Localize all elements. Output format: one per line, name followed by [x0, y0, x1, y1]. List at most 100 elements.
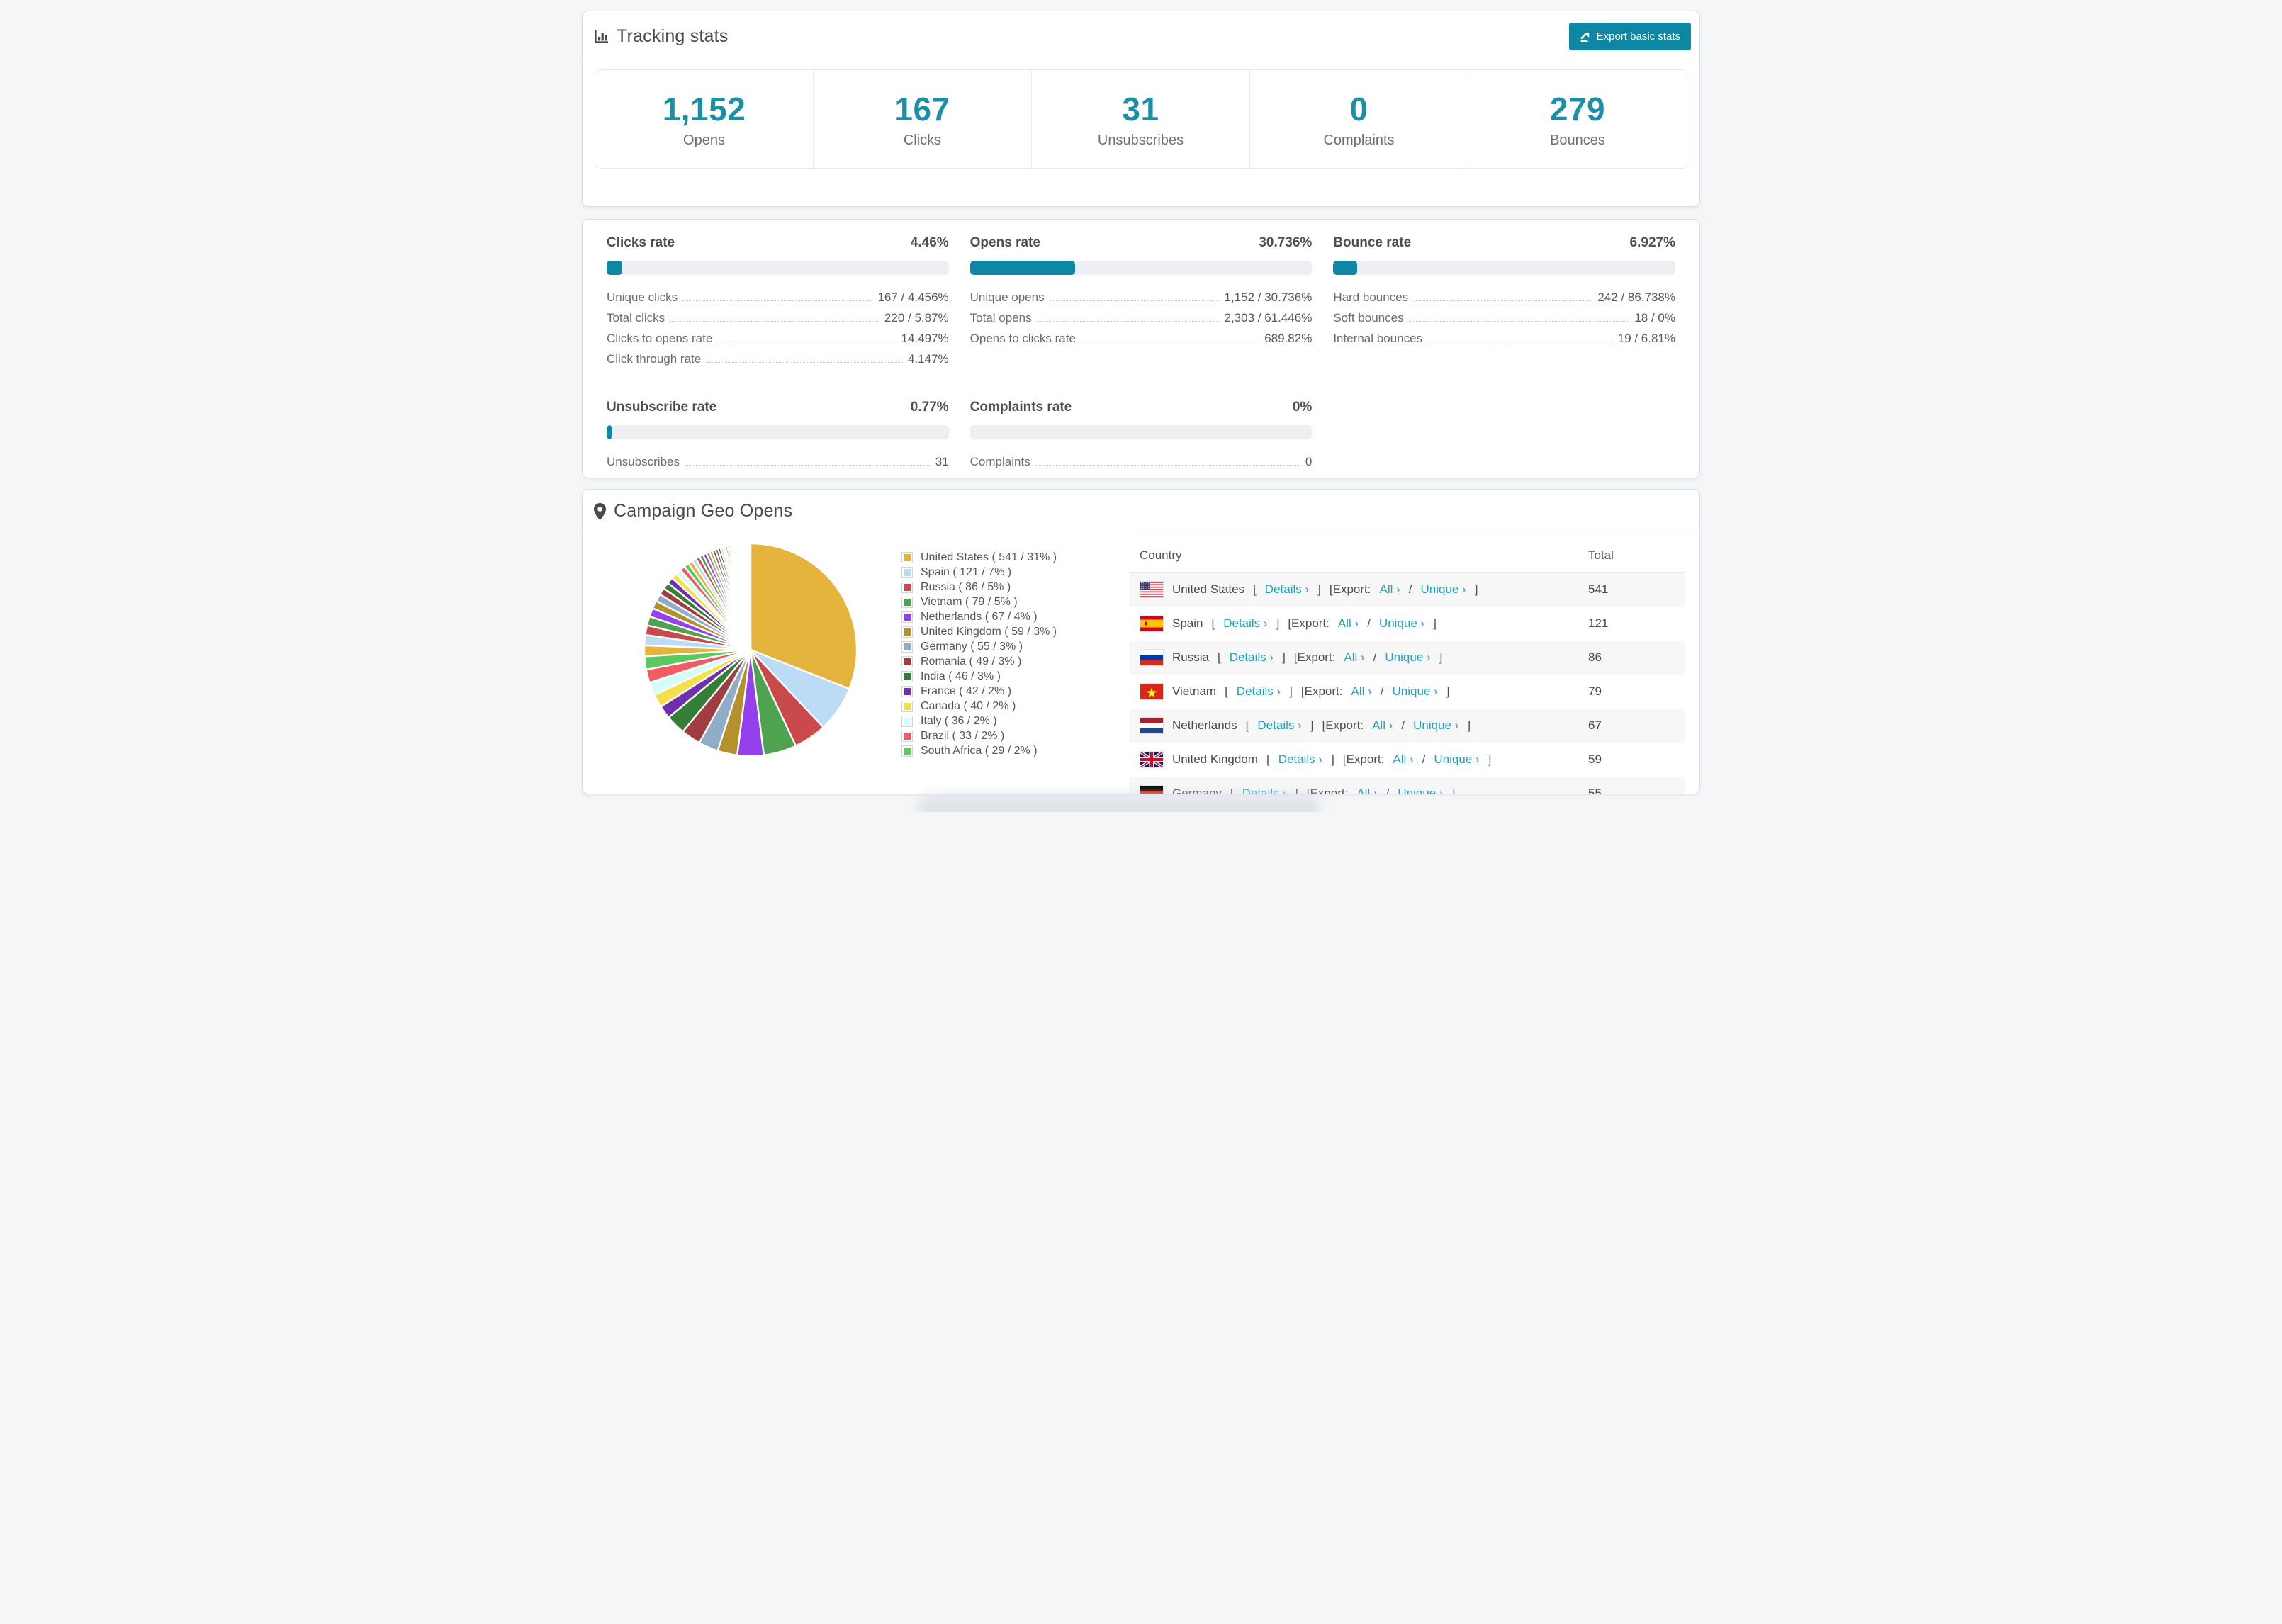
bracket: ]	[1488, 752, 1492, 766]
legend-swatch	[901, 626, 913, 638]
legend-item: Germany ( 55 / 3% )	[901, 639, 1130, 654]
country-name: Spain	[1172, 616, 1203, 630]
export-unique-link[interactable]: Unique ›	[1434, 752, 1479, 767]
progress-bar-fill	[607, 425, 612, 439]
metric-row: Unique clicks 167 / 4.456%	[607, 291, 949, 311]
export-all-link[interactable]: All ›	[1338, 616, 1359, 631]
export-all-link[interactable]: All ›	[1351, 684, 1371, 699]
country-name: Vietnam	[1172, 684, 1217, 698]
bracket: ]	[1331, 752, 1334, 766]
details-link[interactable]: Details ›	[1265, 582, 1309, 597]
legend-label: France ( 42 / 2% )	[921, 684, 1012, 697]
details-link[interactable]: Details ›	[1230, 650, 1274, 665]
export-unique-link[interactable]: Unique ›	[1421, 582, 1466, 597]
metric-value: 31	[935, 455, 949, 468]
geo-opens-header: Campaign Geo Opens	[583, 490, 1699, 531]
campaign-stats-page: Tracking stats Export basic stats 1,152 …	[570, 0, 1712, 812]
rate-title: Opens rate	[969, 235, 1040, 250]
export-icon	[1580, 31, 1591, 43]
metric-label: Soft bounces	[1333, 311, 1404, 325]
ru-flag-icon	[1140, 648, 1164, 666]
bracket: ]	[1467, 718, 1471, 732]
details-link[interactable]: Details ›	[1223, 616, 1267, 631]
details-link[interactable]: Details ›	[1237, 684, 1281, 699]
stat-label: Unsubscribes	[1097, 132, 1184, 148]
legend-swatch	[901, 745, 913, 757]
export-all-link[interactable]: All ›	[1372, 718, 1393, 733]
legend-swatch	[901, 655, 913, 667]
export-prefix: [Export:	[1322, 718, 1364, 732]
metric-row: Clicks to opens rate 14.497%	[607, 332, 949, 352]
details-link[interactable]: Details ›	[1278, 752, 1322, 767]
export-prefix: [Export:	[1288, 616, 1330, 630]
metric-value: 4.147%	[907, 352, 949, 366]
legend-swatch	[901, 581, 913, 593]
metric-value: 1,152 / 30.736%	[1224, 291, 1313, 304]
legend-label: Italy ( 36 / 2% )	[921, 714, 997, 727]
export-prefix: [Export:	[1293, 650, 1336, 664]
metric-label: Internal bounces	[1333, 332, 1423, 345]
legend-swatch	[901, 670, 913, 682]
metric-row: Complaints 0	[970, 455, 1313, 475]
metric-value: 167 / 4.456%	[877, 291, 949, 304]
bracket: ]	[1282, 650, 1286, 664]
metric-label: Clicks to opens rate	[607, 332, 713, 345]
us-flag-icon	[1140, 580, 1164, 598]
geo-table-row-de: Germany [Details ›] [Export: All › / Uni…	[1130, 776, 1685, 794]
geo-table-row-gb: United Kingdom [Details ›] [Export: All …	[1130, 743, 1685, 777]
rates-card: Clicks rate 4.46% Unique clicks 167 / 4.…	[582, 219, 1700, 478]
export-all-link[interactable]: All ›	[1379, 582, 1400, 597]
rate-block-bounce-rate: Bounce rate 6.927% Hard bounces 242 / 86…	[1333, 235, 1675, 373]
metric-row: Unique opens 1,152 / 30.736%	[970, 291, 1313, 311]
export-unique-link[interactable]: Unique ›	[1413, 718, 1458, 733]
dotted-leader	[1035, 465, 1300, 466]
export-prefix: [Export:	[1329, 582, 1371, 596]
export-all-link[interactable]: All ›	[1393, 752, 1413, 767]
stat-value: 167	[894, 90, 950, 128]
progress-bar	[969, 261, 1313, 275]
legend-label: United States ( 541 / 31% )	[921, 551, 1057, 563]
details-link[interactable]: Details ›	[1242, 786, 1286, 794]
metric-label: Total clicks	[607, 311, 665, 325]
export-unique-link[interactable]: Unique ›	[1393, 684, 1438, 699]
geo-pie-chart	[641, 540, 860, 763]
legend-item: Russia ( 86 / 5% )	[901, 580, 1130, 594]
progress-bar	[607, 425, 949, 439]
metric-value: 689.82%	[1264, 332, 1313, 345]
progress-bar-fill	[969, 261, 1075, 275]
pie-chart-svg	[643, 542, 858, 757]
country-total: 55	[1588, 786, 1602, 794]
metric-label: Unsubscribes	[607, 455, 680, 468]
metric-value: 14.497%	[901, 332, 949, 345]
export-all-link[interactable]: All ›	[1356, 786, 1377, 794]
dotted-leader	[682, 300, 873, 301]
export-unique-link[interactable]: Unique ›	[1379, 616, 1424, 631]
rate-percent: 6.927%	[1629, 235, 1675, 250]
bracket: [	[1217, 650, 1221, 664]
export-unique-link[interactable]: Unique ›	[1398, 786, 1443, 794]
rate-title: Clicks rate	[607, 235, 675, 250]
slash-separator: /	[1386, 786, 1390, 794]
export-all-link[interactable]: All ›	[1344, 650, 1364, 665]
geo-table-container: Country Total United States [Details ›] …	[1130, 538, 1685, 794]
column-header-total: Total	[1578, 538, 1685, 573]
legend-item: Spain ( 121 / 7% )	[901, 565, 1130, 580]
bracket: ]	[1276, 616, 1280, 630]
country-name: Russia	[1172, 650, 1209, 664]
rate-title: Complaints rate	[969, 400, 1072, 415]
legend-item: United States ( 541 / 31% )	[901, 550, 1130, 565]
bracket: [	[1266, 752, 1270, 766]
export-unique-link[interactable]: Unique ›	[1385, 650, 1430, 665]
rate-title: Unsubscribe rate	[607, 400, 717, 415]
legend-swatch	[901, 611, 913, 623]
legend-item: Brazil ( 33 / 2% )	[901, 728, 1130, 743]
legend-label: Canada ( 40 / 2% )	[921, 699, 1016, 712]
legend-swatch	[901, 715, 913, 727]
metric-row: Opens to clicks rate 689.82%	[970, 332, 1313, 352]
export-basic-stats-button[interactable]: Export basic stats	[1568, 23, 1691, 50]
stat-value: 0	[1349, 90, 1368, 128]
details-link[interactable]: Details ›	[1257, 718, 1301, 733]
tracking-stats-header: Tracking stats Export basic stats	[583, 11, 1699, 60]
map-pin-icon	[594, 502, 606, 520]
metric-value: 19 / 6.81%	[1617, 332, 1675, 345]
